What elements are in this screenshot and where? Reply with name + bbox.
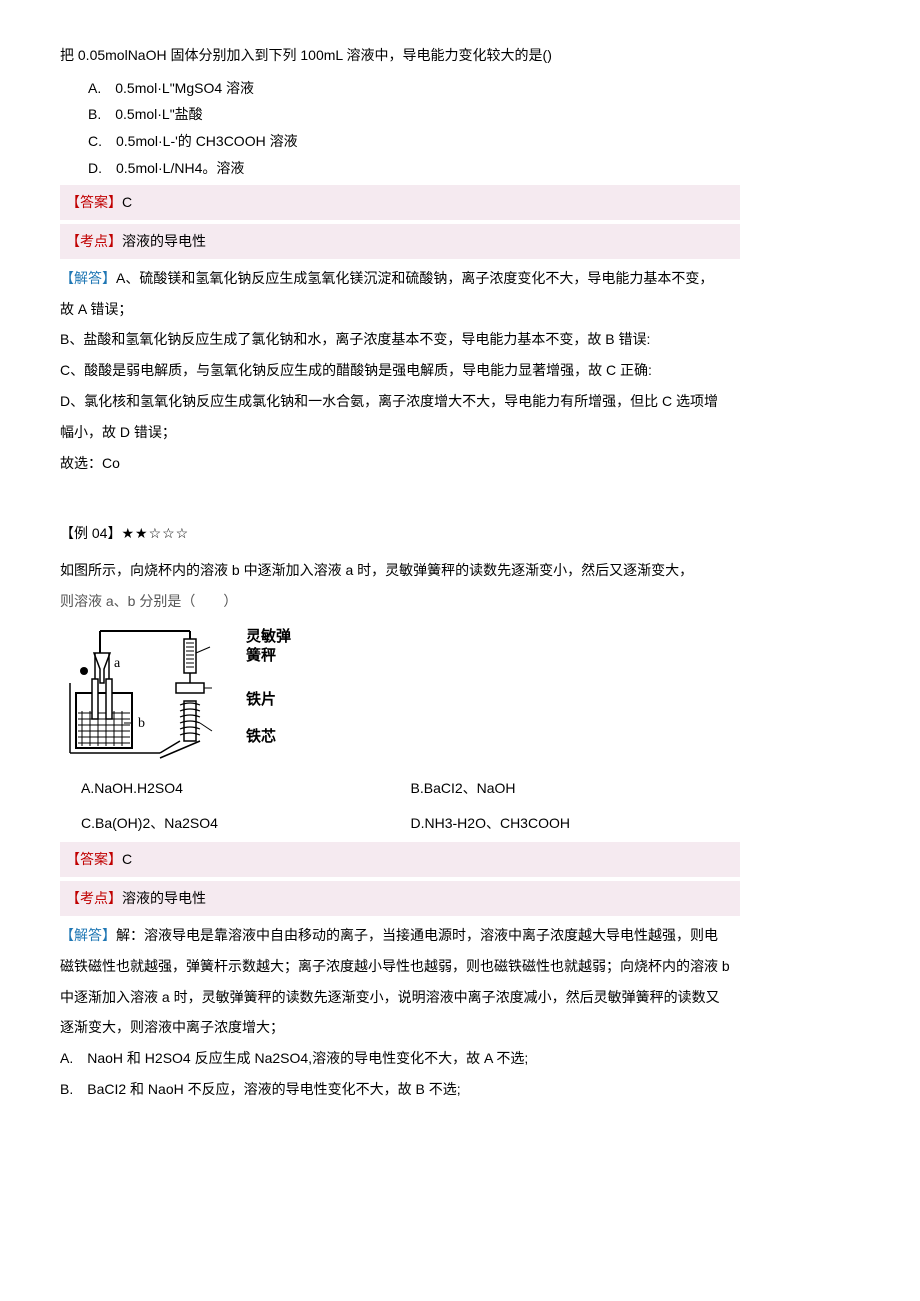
q1-opt-d: D. 0.5mol·L/NH4。溶液 — [88, 155, 740, 182]
q1-stem: 把 0.05molNaOH 固体分别加入到下列 100mL 溶液中，导电能力变化… — [60, 40, 740, 71]
q1-explain-label: 【解答】 — [60, 270, 116, 286]
q1-opt-c: C. 0.5mol·L-'的 CH3COOH 溶液 — [88, 128, 740, 155]
q1-topic-box: 【考点】溶液的导电性 — [60, 224, 740, 259]
q2-stem-1: 如图所示，向烧杯内的溶液 b 中逐渐加入溶液 a 时，灵敏弹簧秤的读数先逐渐变小… — [60, 555, 740, 586]
fig-label-a: a — [114, 656, 121, 671]
q2-explain-4: 逐渐变大，则溶液中离子浓度增大； — [60, 1012, 740, 1043]
q1-explain-end: 故选：Co — [60, 448, 740, 479]
q2-explain-a: A. NaoH 和 H2SO4 反应生成 Na2SO4,溶液的导电性变化不大，故… — [60, 1043, 740, 1074]
q2-opt-d: D.NH3-H2O、CH3COOH — [411, 808, 741, 839]
fig-label-spring-2: 簧秤 — [246, 647, 276, 664]
q2-figure: a b 灵敏弹簧秤 铁片 — [60, 623, 740, 763]
q2-explain-label: 【解答】 — [60, 927, 116, 943]
q2-explain-3: 中逐渐加入溶液 a 时，灵敏弹簧秤的读数先逐渐变小，说明溶液中离子浓度减小，然后… — [60, 982, 740, 1013]
fig-label-iron-plate: 铁片 — [246, 690, 291, 710]
fig-label-spring-1: 灵敏弹 — [246, 628, 291, 645]
q2-header: 【例 04】★★☆☆☆ — [60, 518, 740, 549]
q2-answer-box: 【答案】C — [60, 842, 740, 877]
q1-explain-c: C、酸酸是弱电解质，与氢氧化钠反应生成的醋酸钠是强电解质，导电能力显著增强，故 … — [60, 355, 740, 386]
q2-example-label: 【例 04】 — [60, 525, 121, 541]
q2-choice-row-1: A.NaOH.H2SO4 B.BaCI2、NaOH — [60, 773, 740, 804]
q1-opt-a: A. 0.5mol·L"MgSO4 溶液 — [88, 75, 740, 102]
q1-explain-d: D、氯化核和氢氧化钠反应生成氯化钠和一水合氨，离子浓度增大不大，导电能力有所增强… — [60, 386, 740, 417]
fig-label-b: b — [138, 716, 145, 731]
q2-choice-row-2: C.Ba(OH)2、Na2SO4 D.NH3-H2O、CH3COOH — [60, 808, 740, 839]
q1-options: A. 0.5mol·L"MgSO4 溶液 B. 0.5mol·L"盐酸 C. 0… — [60, 75, 740, 181]
q1-topic-value: 溶液的导电性 — [122, 233, 206, 249]
q2-answer-value: C — [122, 851, 132, 867]
q2-topic-value: 溶液的导电性 — [122, 890, 206, 906]
q2-explain-2: 磁铁磁性也就越强，弹簧杆示数越大；离子浓度越小导性也越弱，则也磁铁磁性也就越弱；… — [60, 951, 740, 982]
figure-labels: 灵敏弹簧秤 铁片 铁芯 — [246, 623, 291, 747]
q1-answer-box: 【答案】C — [60, 185, 740, 220]
apparatus-icon: a b — [60, 623, 240, 763]
q1-answer-value: C — [122, 194, 132, 210]
fig-label-iron-core: 铁芯 — [246, 727, 291, 747]
q2-explain-b: B. BaCI2 和 NaoH 不反应，溶液的导电性变化不大，故 B 不选; — [60, 1074, 740, 1105]
q1-answer-label: 【答案】 — [66, 194, 122, 210]
q1-topic-label: 【考点】 — [66, 233, 122, 249]
q1-explain-d2: 幅小，故 D 错误； — [60, 417, 740, 448]
q2-opt-c: C.Ba(OH)2、Na2SO4 — [81, 808, 411, 839]
q2-opt-b: B.BaCI2、NaOH — [411, 773, 741, 804]
q2-explain-1: 【解答】解：溶液导电是靠溶液中自由移动的离子，当接通电源时，溶液中离子浓度越大导… — [60, 920, 740, 951]
q2-stars: ★★☆☆☆ — [121, 525, 189, 541]
q2-answer-label: 【答案】 — [66, 851, 122, 867]
q2-stem-2: 则溶液 a、b 分别是（ ） — [60, 586, 740, 617]
q1-opt-b: B. 0.5mol·L"盐酸 — [88, 101, 740, 128]
q1-explain-a2: 故 A 错误； — [60, 294, 740, 325]
q2-opt-a: A.NaOH.H2SO4 — [81, 773, 411, 804]
q2-topic-box: 【考点】溶液的导电性 — [60, 881, 740, 916]
q2-topic-label: 【考点】 — [66, 890, 122, 906]
q1-explain-b: B、盐酸和氢氧化钠反应生成了氯化钠和水，离子浓度基本不变，导电能力基本不变，故 … — [60, 324, 740, 355]
q1-explain-a: 【解答】A、硫酸镁和氢氧化钠反应生成氢氧化镁沉淀和硫酸钠，离子浓度变化不大，导电… — [60, 263, 740, 294]
